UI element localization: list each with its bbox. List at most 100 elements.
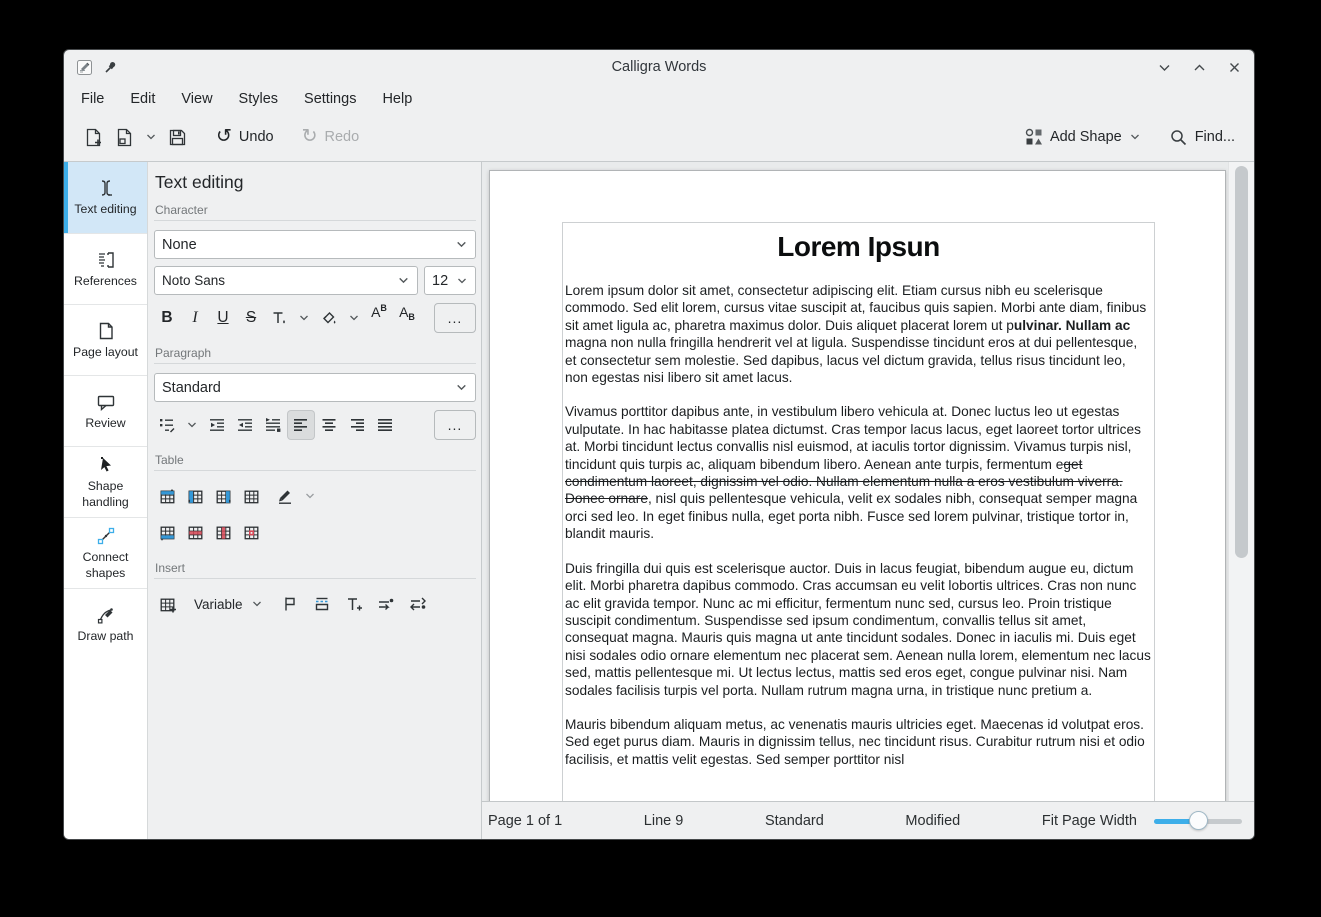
- document-paragraph[interactable]: Vivamus porttitor dapibus ante, in vesti…: [565, 403, 1152, 542]
- find-icon: [1169, 128, 1188, 147]
- close-icon[interactable]: [1227, 60, 1242, 75]
- open-document-button[interactable]: [109, 123, 140, 152]
- highlight-color-icon: [320, 309, 338, 327]
- redo-button[interactable]: ↻ Redo: [297, 125, 365, 150]
- insert-row-below-button[interactable]: [154, 518, 180, 546]
- endnote-button[interactable]: [405, 590, 431, 618]
- page-break-button[interactable]: [309, 590, 335, 618]
- first-line-indent-button[interactable]: [260, 411, 286, 439]
- underline-button[interactable]: U: [210, 304, 236, 332]
- insert-section-label: Insert: [155, 561, 476, 575]
- sidebar-tab-shape-handling[interactable]: Shape handling: [64, 446, 147, 517]
- new-document-button[interactable]: [78, 123, 109, 152]
- variable-dropdown[interactable]: Variable: [186, 590, 271, 618]
- character-style-select[interactable]: None: [154, 230, 476, 259]
- justify-button[interactable]: [372, 411, 398, 439]
- delete-column-button[interactable]: [210, 518, 236, 546]
- document-paragraph[interactable]: Mauris bibendum aliquam metus, ac venena…: [565, 716, 1152, 768]
- save-button[interactable]: [162, 123, 193, 152]
- bold-button[interactable]: B: [154, 304, 180, 332]
- insert-row-above-button[interactable]: [154, 482, 180, 510]
- chevron-down-icon: [397, 274, 410, 287]
- draw-path-icon: [95, 604, 117, 626]
- align-center-button[interactable]: [316, 411, 342, 439]
- page-indicator: Page 1 of 1: [488, 813, 562, 829]
- align-left-button[interactable]: [288, 411, 314, 439]
- insert-text-button[interactable]: [341, 590, 367, 618]
- paragraph-style-select[interactable]: Standard: [154, 373, 476, 402]
- decrease-indent-button[interactable]: [204, 411, 230, 439]
- tool-options-panel: Text editing Character None Noto Sans 12…: [148, 162, 482, 839]
- menu-help[interactable]: Help: [369, 88, 425, 110]
- menu-file[interactable]: File: [68, 88, 117, 110]
- menu-view[interactable]: View: [168, 88, 225, 110]
- sidebar-tab-draw-path[interactable]: Draw path: [64, 588, 147, 659]
- insert-column-left-button[interactable]: [182, 482, 208, 510]
- sidebar-tab-references[interactable]: References: [64, 233, 147, 304]
- document-paragraph[interactable]: Lorem ipsum dolor sit amet, consectetur …: [565, 282, 1152, 386]
- font-size-select[interactable]: 12: [424, 266, 476, 295]
- font-family-select[interactable]: Noto Sans: [154, 266, 418, 295]
- highlight-color-button[interactable]: [316, 304, 342, 332]
- panel-title: Text editing: [155, 172, 476, 193]
- minimize-icon[interactable]: [1157, 60, 1172, 75]
- align-right-button[interactable]: [344, 411, 370, 439]
- subscript-button[interactable]: AB: [394, 304, 420, 332]
- find-button[interactable]: Find...: [1164, 124, 1240, 151]
- menu-edit[interactable]: Edit: [117, 88, 168, 110]
- chevron-down-icon: [455, 238, 468, 251]
- document-text[interactable]: Lorem ipsum dolor sit amet, consectetur …: [565, 282, 1152, 768]
- strikethrough-button[interactable]: S: [238, 304, 264, 332]
- add-shape-icon: [1025, 128, 1043, 146]
- document-paragraph[interactable]: Duis fringilla dui quis est scelerisque …: [565, 560, 1152, 699]
- increase-indent-button[interactable]: [232, 411, 258, 439]
- list-style-button[interactable]: [154, 411, 180, 439]
- highlight-color-dropdown-icon[interactable]: [344, 304, 364, 332]
- document-heading[interactable]: Lorem Ipsun: [565, 231, 1152, 263]
- align-right-icon: [348, 416, 366, 434]
- sidebar-tab-review[interactable]: Review: [64, 375, 147, 446]
- italic-button[interactable]: I: [182, 304, 208, 332]
- merge-cells-button[interactable]: [238, 482, 264, 510]
- menubar: FileEditViewStylesSettingsHelp: [64, 84, 1254, 113]
- border-pen-dropdown-icon[interactable]: [300, 482, 320, 510]
- open-document-dropdown-icon[interactable]: [140, 127, 162, 147]
- tool-tabs: Text editingReferences Page layout ReviewS…: [64, 162, 148, 839]
- undo-button[interactable]: ↺ Undo: [211, 125, 279, 150]
- undo-label: Undo: [239, 129, 274, 145]
- list-style-dropdown-icon[interactable]: [182, 411, 202, 439]
- insert-text-icon: [345, 595, 363, 613]
- character-more-button[interactable]: ...: [434, 303, 476, 333]
- split-cells-button[interactable]: [238, 518, 264, 546]
- text-color-dropdown-icon[interactable]: [294, 304, 314, 332]
- text-frame[interactable]: Lorem Ipsun Lorem ipsum dolor sit amet, …: [562, 222, 1155, 801]
- menu-settings[interactable]: Settings: [291, 88, 369, 110]
- document-page[interactable]: Lorem Ipsun Lorem ipsum dolor sit amet, …: [489, 170, 1226, 801]
- vertical-scrollbar[interactable]: [1228, 162, 1254, 801]
- sidebar-tab-label: Page layout: [73, 345, 138, 360]
- insert-table-button[interactable]: [154, 590, 180, 618]
- add-shape-dropdown-icon: [1129, 131, 1141, 143]
- chevron-down-icon: [455, 381, 468, 394]
- delete-row-button[interactable]: [182, 518, 208, 546]
- decrease-indent-icon: [208, 416, 226, 434]
- menu-styles[interactable]: Styles: [226, 88, 292, 110]
- vertical-scrollbar-thumb[interactable]: [1235, 166, 1248, 558]
- insert-column-right-button[interactable]: [210, 482, 236, 510]
- zoom-mode-button[interactable]: Fit Page Width: [1042, 813, 1137, 829]
- sidebar-tab-connect-shapes[interactable]: Connect shapes: [64, 517, 147, 588]
- sidebar-tab-page-layout[interactable]: Page layout: [64, 304, 147, 375]
- document-view[interactable]: Lorem Ipsun Lorem ipsum dolor sit amet, …: [482, 162, 1254, 801]
- paragraph-more-button[interactable]: ...: [434, 410, 476, 440]
- sidebar-tab-text-editing[interactable]: Text editing: [64, 162, 147, 233]
- zoom-slider-handle[interactable]: [1189, 811, 1208, 830]
- add-shape-button[interactable]: Add Shape: [1020, 124, 1146, 150]
- superscript-button[interactable]: AB: [366, 304, 392, 332]
- footnote-button[interactable]: [373, 590, 399, 618]
- pin-icon[interactable]: [103, 60, 118, 75]
- zoom-slider[interactable]: [1154, 811, 1242, 831]
- maximize-icon[interactable]: [1192, 60, 1207, 75]
- bookmark-button[interactable]: [277, 590, 303, 618]
- text-color-button[interactable]: [266, 304, 292, 332]
- border-pen-button[interactable]: [272, 482, 298, 510]
